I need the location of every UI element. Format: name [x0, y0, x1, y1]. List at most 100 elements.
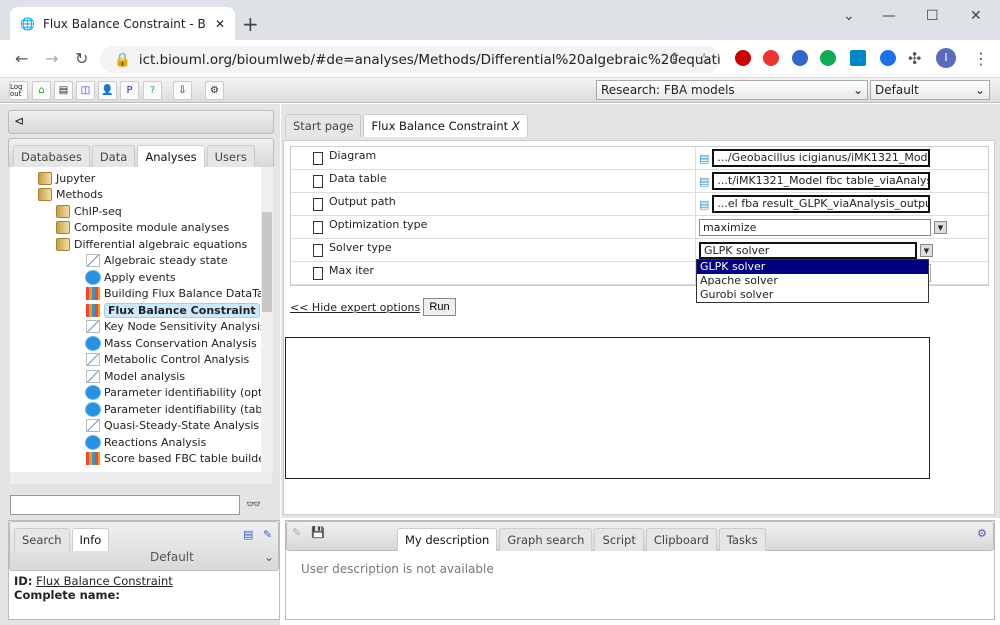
share-icon[interactable]: ⇪ [668, 49, 681, 68]
chevron-down-icon[interactable]: ▼ [920, 243, 933, 257]
settings-gear-icon[interactable]: ⚙ [977, 527, 987, 540]
tree-item[interactable]: Composite module analyses [56, 220, 229, 236]
tab-users[interactable]: Users [206, 145, 255, 168]
solver-option[interactable]: Gurobi solver [697, 288, 928, 302]
select-value: maximize [703, 220, 757, 234]
bottom-tab-graph-search[interactable]: Graph search [499, 528, 593, 551]
url-text[interactable]: ict.biouml.org/bioumlweb/#de=analyses/Me… [139, 52, 720, 68]
tree-search-input[interactable] [10, 495, 240, 515]
tree-item[interactable]: Differential algebraic equations [56, 236, 247, 252]
tree-item[interactable]: Parameter identifiability (table [86, 401, 272, 417]
tab-label: Data [99, 150, 128, 164]
reload-icon[interactable]: ↻ [75, 49, 88, 68]
main-tab-flux-balance-constraint[interactable]: Flux Balance Constraint X [363, 114, 528, 137]
tab-databases[interactable]: Databases [13, 145, 90, 168]
edit-icon[interactable]: ✎ [263, 528, 272, 541]
close-tab-icon[interactable]: ✕ [215, 17, 225, 31]
menu-icon[interactable]: ⋮ [973, 49, 989, 68]
info-select[interactable]: Default ⌄ [146, 550, 278, 567]
p-icon[interactable]: P [120, 81, 139, 100]
tab-analyses[interactable]: Analyses [137, 145, 205, 168]
new-tab-button[interactable]: + [242, 12, 259, 36]
extensions-puzzle-icon[interactable]: ✣ [908, 49, 921, 68]
import-icon[interactable]: ⇩ [173, 81, 192, 100]
browser-tab[interactable]: 🌐 Flux Balance Constraint - BioUML ✕ [10, 7, 235, 40]
collapse-icon[interactable]: ⊲ [14, 114, 24, 128]
chart-icon [86, 419, 100, 432]
edit-icon[interactable]: ✎ [292, 526, 301, 539]
tree-item[interactable]: Metabolic Control Analysis [86, 352, 249, 368]
param-input[interactable]: .../Geobacillus icigianus/iMK1321_Model [712, 149, 931, 167]
info-tab-info[interactable]: Info [71, 528, 110, 551]
tree-item[interactable]: Mass Conservation Analysis [86, 335, 257, 351]
layout-icon[interactable]: ▤ [54, 81, 73, 100]
tab-search-icon[interactable]: ⌄ [843, 8, 855, 24]
tab-data[interactable]: Data [91, 145, 136, 168]
tree-item[interactable]: ChIP-seq [56, 203, 122, 219]
forward-icon[interactable]: → [45, 49, 58, 68]
solver-option[interactable]: Apache solver [697, 274, 928, 288]
bottom-tab-clipboard[interactable]: Clipboard [645, 528, 717, 551]
save-icon[interactable]: 💾 [311, 526, 325, 539]
view-select[interactable]: Default ⌄ [870, 80, 990, 100]
tree-item[interactable]: Methods [38, 187, 103, 203]
extension-icon[interactable] [850, 50, 866, 66]
folder-icon [56, 204, 70, 218]
home-icon[interactable]: ⌂ [32, 81, 51, 100]
tree-item-label: Composite module analyses [74, 221, 230, 234]
script-icon[interactable]: ⚙ [205, 81, 224, 100]
minimize-button[interactable]: — [882, 8, 896, 24]
close-tab-icon[interactable]: X [508, 119, 520, 133]
logout-button[interactable]: Log out [9, 81, 28, 100]
tree-item-label: Model analysis [104, 369, 186, 383]
main-tab-start-page[interactable]: Start page [285, 114, 362, 137]
document-icon[interactable]: ▤ [243, 528, 253, 541]
param-select[interactable]: maximize [699, 218, 931, 236]
tree-item[interactable]: Flux Balance Constraint [86, 302, 260, 318]
extension-icon[interactable] [792, 50, 808, 66]
tree-item-label: Parameter identifiability (optin [104, 386, 272, 399]
profile-avatar[interactable]: I [936, 48, 956, 68]
user-icon[interactable]: 👤 [98, 81, 117, 100]
param-input[interactable]: ...t/iMK1321_Model fbc table_viaAnalysis [712, 172, 931, 190]
tree-item[interactable]: Parameter identifiability (optin [86, 385, 272, 401]
tree-item[interactable]: Algebraic steady state [86, 253, 228, 269]
tree-item[interactable]: Reactions Analysis [86, 434, 206, 450]
ublock-icon[interactable] [735, 50, 751, 66]
panels-icon[interactable]: ◫ [76, 81, 95, 100]
binoculars-icon[interactable]: 👓 [246, 497, 261, 511]
info-tab-search[interactable]: Search [14, 528, 70, 551]
bottom-tab-tasks[interactable]: Tasks [718, 528, 766, 551]
chevron-down-icon[interactable]: ▼ [934, 220, 947, 234]
tree-item[interactable]: Building Flux Balance DataTab [86, 286, 271, 302]
param-input[interactable]: ...el fba result_GLPK_viaAnalysis_output [712, 195, 931, 213]
research-select[interactable]: Research: FBA models ⌄ [596, 80, 868, 100]
download-icon[interactable] [880, 50, 896, 66]
close-window-button[interactable]: ✕ [970, 8, 982, 24]
tree-item[interactable]: Quasi-Steady-State Analysis [86, 418, 259, 434]
url-bar[interactable]: 🔒 ict.biouml.org/bioumlweb/#de=analyses/… [100, 46, 720, 73]
param-select[interactable]: GLPK solver [699, 241, 917, 259]
tree-item[interactable]: Jupyter [38, 170, 95, 186]
extension-icon[interactable] [763, 50, 779, 66]
id-link[interactable]: Flux Balance Constraint [36, 574, 173, 588]
run-button[interactable]: Run [423, 298, 456, 316]
tree-item-label: Score based FBC table builder [104, 452, 270, 465]
help-icon[interactable]: ? [143, 81, 162, 100]
tree-hscrollbar[interactable] [10, 472, 272, 484]
tree-item[interactable]: Key Node Sensitivity Analysis [86, 319, 266, 335]
gear-icon [86, 386, 100, 399]
bottom-tab-script[interactable]: Script [594, 528, 644, 551]
tree-item[interactable]: Apply events [86, 269, 176, 285]
tree-item[interactable]: Score based FBC table builder [86, 451, 270, 467]
maximize-button[interactable]: ☐ [926, 8, 939, 24]
star-icon[interactable]: ☆ [697, 49, 711, 68]
solver-option[interactable]: GLPK solver [697, 260, 928, 274]
tree-scrollbar[interactable] [261, 167, 273, 472]
tree-item[interactable]: Model analysis [86, 368, 185, 384]
grammarly-icon[interactable] [820, 50, 836, 66]
tree-item-label: Flux Balance Constraint [104, 302, 260, 318]
hide-expert-options-link[interactable]: << Hide expert options [290, 301, 420, 314]
bottom-tab-my-description[interactable]: My description [397, 528, 498, 551]
back-icon[interactable]: ← [15, 49, 28, 68]
